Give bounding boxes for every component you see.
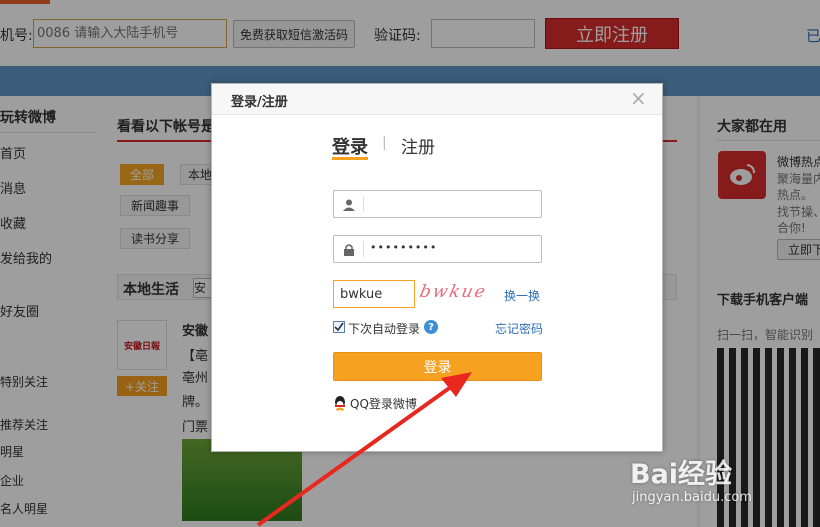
refresh-captcha-link[interactable]: 换一换 — [504, 287, 540, 304]
dialog-header: 登录/注册 × — [212, 84, 662, 115]
tab-login[interactable]: 登录 — [332, 133, 368, 159]
watermark-url: jingyan.baidu.com — [632, 490, 752, 505]
password-divider — [363, 241, 364, 257]
forgot-password-link[interactable]: 忘记密码 — [495, 320, 543, 337]
tab-login-underline — [332, 157, 368, 160]
baidu-watermark: Bai经验 jingyan.baidu.com — [630, 448, 820, 514]
username-divider — [363, 196, 364, 212]
lock-icon — [344, 244, 354, 256]
qq-login[interactable]: QQ登录微博 — [333, 395, 417, 412]
auto-login-checkbox[interactable] — [333, 321, 345, 333]
captcha-image-text: bwkue — [417, 282, 489, 302]
login-register-dialog: 登录/注册 × 登录 | 注册 ••••••••• bwkue bwkue 换一… — [211, 83, 663, 452]
qq-login-label: QQ登录微博 — [350, 397, 417, 411]
qq-penguin-icon — [335, 395, 345, 411]
captcha-input[interactable]: bwkue — [333, 280, 415, 308]
close-icon[interactable]: × — [630, 86, 647, 110]
captcha-input-value: bwkue — [340, 287, 383, 302]
tab-separator: | — [382, 135, 387, 151]
captcha-image[interactable]: bwkue — [417, 282, 502, 306]
password-field[interactable]: ••••••••• — [333, 235, 542, 263]
check-icon — [334, 322, 344, 332]
dialog-title: 登录/注册 — [231, 95, 288, 110]
auto-login-label: 下次自动登录 — [348, 322, 421, 336]
watermark-brand: Bai经验 — [630, 459, 733, 490]
password-value: ••••••••• — [370, 241, 438, 254]
user-icon — [343, 199, 355, 211]
help-icon[interactable]: ? — [424, 320, 438, 334]
username-field[interactable] — [333, 190, 542, 218]
login-button[interactable]: 登录 — [333, 352, 542, 381]
tab-register[interactable]: 注册 — [401, 133, 435, 158]
help-icon-glyph: ? — [428, 321, 434, 333]
